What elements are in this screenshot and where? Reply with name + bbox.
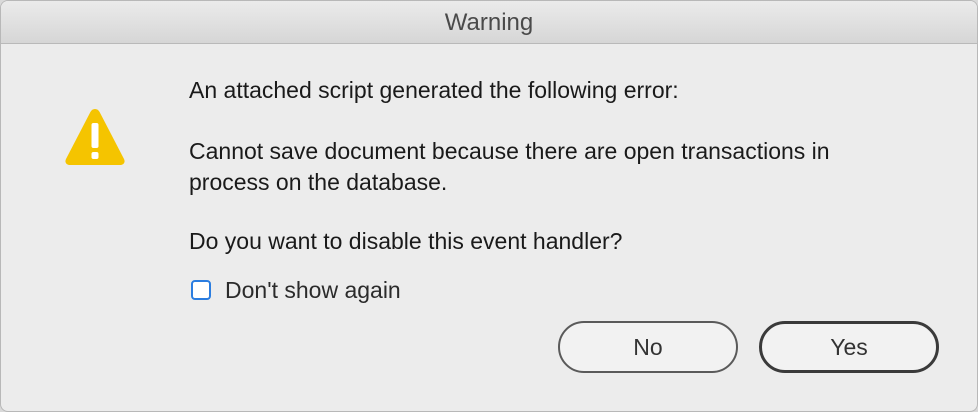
window-title: Warning [444, 9, 534, 36]
error-message: Cannot save document because there are o… [189, 136, 830, 198]
title-bar[interactable]: Warning [1, 1, 977, 44]
dont-show-again-row[interactable]: Don't show again [191, 276, 401, 304]
dont-show-again-checkbox[interactable] [191, 280, 211, 300]
dont-show-again-label[interactable]: Don't show again [225, 276, 401, 304]
message-intro: An attached script generated the followi… [189, 77, 679, 103]
error-line-2: process on the database. [189, 169, 448, 195]
no-button[interactable]: No [558, 321, 738, 373]
message-question: Do you want to disable this event handle… [189, 228, 623, 254]
yes-button[interactable]: Yes [759, 321, 939, 373]
warning-icon [65, 109, 125, 165]
warning-dialog: Warning An attached script generated the… [0, 0, 978, 412]
error-line-1: Cannot save document because there are o… [189, 138, 830, 164]
